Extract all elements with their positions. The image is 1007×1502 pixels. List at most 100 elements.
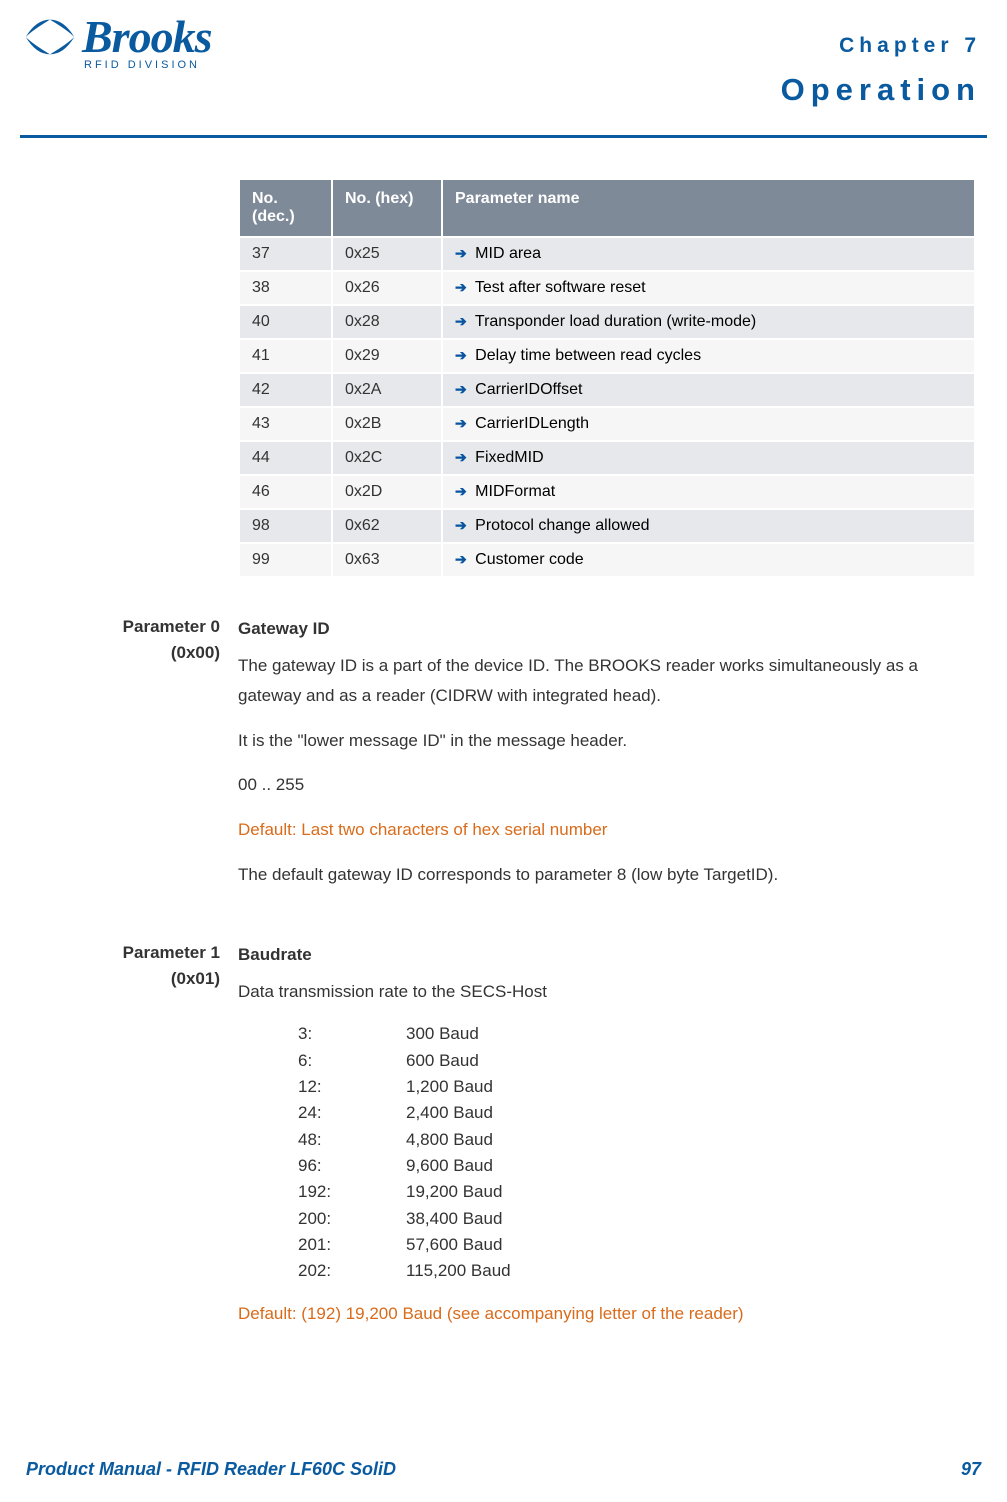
col-header-name: Parameter name	[442, 179, 975, 237]
arrow-icon: ➔	[455, 483, 467, 499]
content: No. (dec.) No. (hex) Parameter name 370x…	[0, 138, 1007, 1343]
parameter-link[interactable]: CarrierIDOffset	[471, 381, 583, 398]
param0-p4: The default gateway ID corresponds to pa…	[238, 860, 968, 891]
cell-hex: 0x2D	[332, 475, 442, 509]
list-item: 6:600 Baud	[298, 1048, 968, 1074]
cell-name: ➔ MID area	[442, 237, 975, 271]
table-row: 370x25➔ MID area	[239, 237, 975, 271]
param1-heading: Baudrate	[238, 940, 968, 971]
sidenote-hex: (0x00)	[52, 640, 220, 666]
baud-key: 3:	[298, 1021, 406, 1047]
sidenote-hex: (0x01)	[52, 966, 220, 992]
arrow-icon: ➔	[455, 517, 467, 533]
sidenote-0: Parameter 0 (0x00)	[52, 614, 238, 904]
arrow-icon: ➔	[455, 347, 467, 363]
cell-name: ➔ FixedMID	[442, 441, 975, 475]
cell-name: ➔ Customer code	[442, 543, 975, 577]
list-item: 48:4,800 Baud	[298, 1127, 968, 1153]
cell-hex: 0x25	[332, 237, 442, 271]
sidenote-1: Parameter 1 (0x01)	[52, 940, 238, 1343]
parameter-link[interactable]: Protocol change allowed	[471, 517, 650, 534]
arrow-icon: ➔	[455, 245, 467, 261]
baud-value: 600 Baud	[406, 1048, 479, 1074]
cell-hex: 0x29	[332, 339, 442, 373]
table-row: 440x2C➔ FixedMID	[239, 441, 975, 475]
cell-dec: 43	[239, 407, 332, 441]
cell-dec: 46	[239, 475, 332, 509]
col-header-hex: No. (hex)	[332, 179, 442, 237]
parameter-link[interactable]: Delay time between read cycles	[471, 347, 701, 364]
baud-key: 48:	[298, 1127, 406, 1153]
baud-key: 12:	[298, 1074, 406, 1100]
parameter-link[interactable]: FixedMID	[471, 449, 544, 466]
cell-hex: 0x2A	[332, 373, 442, 407]
baud-value: 1,200 Baud	[406, 1074, 493, 1100]
cell-dec: 40	[239, 305, 332, 339]
list-item: 3:300 Baud	[298, 1021, 968, 1047]
list-item: 24:2,400 Baud	[298, 1100, 968, 1126]
table-row: 400x28➔ Transponder load duration (write…	[239, 305, 975, 339]
cell-dec: 42	[239, 373, 332, 407]
baud-key: 200:	[298, 1206, 406, 1232]
cell-dec: 99	[239, 543, 332, 577]
arrow-icon: ➔	[455, 449, 467, 465]
cell-dec: 38	[239, 271, 332, 305]
list-item: 201:57,600 Baud	[298, 1232, 968, 1258]
list-item: 192:19,200 Baud	[298, 1179, 968, 1205]
arrow-icon: ➔	[455, 381, 467, 397]
footer-title: Product Manual - RFID Reader LF60C SoliD	[26, 1459, 396, 1480]
baud-key: 202:	[298, 1258, 406, 1284]
cell-dec: 41	[239, 339, 332, 373]
baud-value: 115,200 Baud	[406, 1258, 511, 1284]
param0-default: Default: Last two characters of hex seri…	[238, 815, 968, 846]
baud-value: 4,800 Baud	[406, 1127, 493, 1153]
cell-hex: 0x2B	[332, 407, 442, 441]
cell-name: ➔ Transponder load duration (write-mode)	[442, 305, 975, 339]
parameter-link[interactable]: Customer code	[471, 551, 584, 568]
baud-key: 192:	[298, 1179, 406, 1205]
brooks-logo-icon	[24, 17, 76, 57]
table-row: 460x2D ➔ MIDFormat	[239, 475, 975, 509]
table-row: 420x2A➔ CarrierIDOffset	[239, 373, 975, 407]
parameter-link[interactable]: CarrierIDLength	[471, 415, 589, 432]
arrow-icon: ➔	[455, 551, 467, 567]
page-footer: Product Manual - RFID Reader LF60C SoliD…	[26, 1459, 981, 1480]
arrow-icon: ➔	[455, 279, 467, 295]
parameter-link[interactable]: Transponder load duration (write-mode)	[471, 313, 756, 330]
parameter-link[interactable]: MID area	[471, 245, 541, 262]
cell-name: ➔ CarrierIDOffset	[442, 373, 975, 407]
logo: Brooks RFID DIVISION	[24, 10, 211, 71]
cell-dec: 98	[239, 509, 332, 543]
baud-value: 9,600 Baud	[406, 1153, 493, 1179]
cell-hex: 0x63	[332, 543, 442, 577]
cell-dec: 44	[239, 441, 332, 475]
param0-heading: Gateway ID	[238, 614, 968, 645]
cell-name: ➔ Protocol change allowed	[442, 509, 975, 543]
logo-text: Brooks	[82, 10, 211, 63]
list-item: 12:1,200 Baud	[298, 1074, 968, 1100]
param-section-0: Parameter 0 (0x00) Gateway ID The gatewa…	[52, 614, 981, 904]
list-item: 202:115,200 Baud	[298, 1258, 968, 1284]
param0-range: 00 .. 255	[238, 770, 968, 801]
baud-list: 3:300 Baud6:600 Baud12:1,200 Baud24:2,40…	[298, 1021, 968, 1284]
parameter-link[interactable]: MIDFormat	[471, 483, 555, 500]
arrow-icon: ➔	[455, 313, 467, 329]
baud-value: 2,400 Baud	[406, 1100, 493, 1126]
cell-name: ➔ CarrierIDLength	[442, 407, 975, 441]
page-header: Brooks RFID DIVISION Chapter 7 Operation	[0, 0, 1007, 135]
table-row: 430x2B➔ CarrierIDLength	[239, 407, 975, 441]
parameter-link[interactable]: Test after software reset	[471, 279, 646, 296]
sidenote-title: Parameter 0	[52, 614, 220, 640]
list-item: 200:38,400 Baud	[298, 1206, 968, 1232]
param1-default: Default: (192) 19,200 Baud (see accompan…	[238, 1299, 968, 1330]
cell-hex: 0x2C	[332, 441, 442, 475]
baud-value: 38,400 Baud	[406, 1206, 502, 1232]
cell-name: ➔ Delay time between read cycles	[442, 339, 975, 373]
baud-key: 96:	[298, 1153, 406, 1179]
cell-hex: 0x28	[332, 305, 442, 339]
chapter-label: Chapter 7	[839, 34, 981, 58]
cell-hex: 0x62	[332, 509, 442, 543]
cell-hex: 0x26	[332, 271, 442, 305]
footer-page-number: 97	[961, 1459, 981, 1480]
sidenote-title: Parameter 1	[52, 940, 220, 966]
